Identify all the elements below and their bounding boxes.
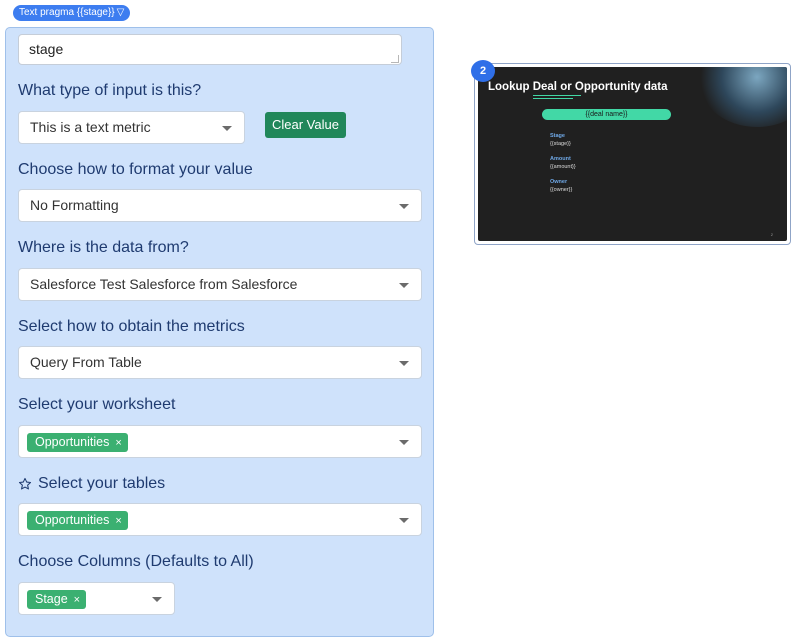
amount-field-label: Amount: [550, 156, 571, 162]
chevron-down-icon: [399, 361, 409, 366]
pragma-pill[interactable]: Text pragma {{stage}} ▽: [13, 5, 131, 21]
slide-page-marker: 2: [770, 232, 773, 237]
columns-tag-label: Stage: [35, 592, 68, 606]
slide-title: Lookup Deal or Opportunity data: [488, 81, 668, 93]
slide-preview: Lookup Deal or Opportunity data {{deal n…: [478, 67, 787, 241]
star-icon[interactable]: [18, 477, 32, 491]
format-label: Choose how to format your value: [18, 161, 253, 178]
tables-label: Select your tables: [18, 475, 165, 493]
slide-preview-card[interactable]: 2 Lookup Deal or Opportunity data {{deal…: [471, 60, 791, 245]
pragma-textarea[interactable]: stage: [18, 34, 402, 65]
tables-tag-label: Opportunities: [35, 513, 110, 527]
format-select[interactable]: No Formatting: [18, 189, 422, 222]
remove-tag-icon[interactable]: ×: [115, 437, 121, 449]
resize-handle-icon[interactable]: [391, 55, 399, 63]
worksheet-label: Select your worksheet: [18, 396, 176, 413]
chevron-down-icon: [399, 283, 409, 288]
tables-label-text: Select your tables: [38, 475, 166, 492]
format-value: No Formatting: [30, 197, 119, 213]
chevron-down-icon: [222, 126, 232, 131]
input-type-value: This is a text metric: [30, 119, 151, 135]
textarea-value: stage: [29, 41, 64, 57]
source-value: Salesforce Test Salesforce from Salesfor…: [30, 276, 298, 292]
stage-field-value: {{stage}}: [550, 141, 571, 147]
chevron-down-icon: [399, 204, 409, 209]
input-type-select[interactable]: This is a text metric: [18, 111, 245, 144]
method-label: Select how to obtain the metrics: [18, 318, 245, 335]
remove-tag-icon[interactable]: ×: [115, 515, 121, 527]
owner-field-value: {{owner}}: [550, 187, 573, 193]
chevron-down-icon: [152, 597, 162, 602]
worksheet-tag: Opportunities ×: [27, 433, 128, 452]
source-select[interactable]: Salesforce Test Salesforce from Salesfor…: [18, 268, 422, 301]
tables-select[interactable]: Opportunities ×: [18, 503, 422, 536]
columns-tag: Stage ×: [27, 590, 87, 609]
worksheet-select[interactable]: Opportunities ×: [18, 425, 422, 458]
slide-glow-decoration: [697, 67, 787, 127]
columns-label: Choose Columns (Defaults to All): [18, 553, 254, 570]
chevron-down-icon: [399, 440, 409, 445]
remove-tag-icon[interactable]: ×: [74, 594, 80, 606]
slide-number-badge: 2: [471, 60, 495, 82]
pragma-pill-label: Text pragma {{stage}}: [19, 7, 115, 18]
deal-name-field: {{deal name}}: [542, 109, 671, 120]
method-value: Query From Table: [30, 354, 142, 370]
columns-select[interactable]: Stage ×: [18, 582, 175, 615]
chevron-down-icon: [399, 518, 409, 523]
tables-tag: Opportunities ×: [27, 511, 128, 530]
amount-field-value: {{amount}}: [550, 164, 576, 170]
caret-down-icon[interactable]: ▽: [117, 5, 125, 21]
title-underline-secondary: [533, 98, 573, 99]
owner-field-label: Owner: [550, 179, 568, 185]
method-select[interactable]: Query From Table: [18, 346, 422, 379]
clear-value-button[interactable]: Clear Value: [265, 112, 346, 138]
stage-field-label: Stage: [550, 133, 565, 139]
source-label: Where is the data from?: [18, 239, 189, 256]
title-underline: [533, 95, 581, 96]
worksheet-tag-label: Opportunities: [35, 435, 110, 449]
input-type-label: What type of input is this?: [18, 82, 202, 99]
config-panel: stage What type of input is this? This i…: [5, 27, 434, 637]
